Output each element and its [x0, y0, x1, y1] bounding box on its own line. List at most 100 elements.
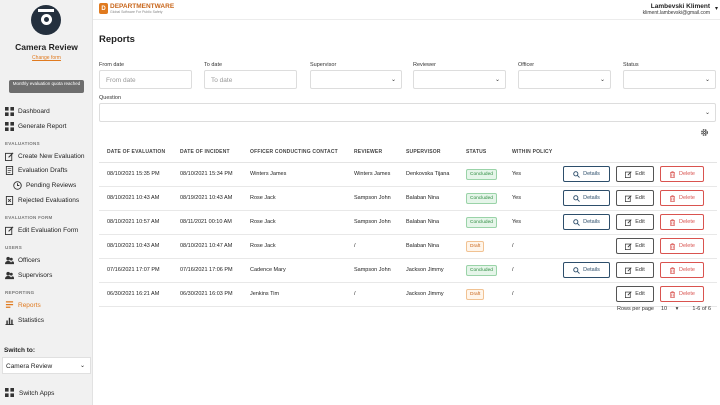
column-header: REVIEWER	[346, 143, 398, 163]
sidebar-item-label: Statistics	[18, 316, 45, 324]
edit-button[interactable]: Edit	[616, 286, 654, 302]
reviewer-select[interactable]: ⌄	[413, 70, 506, 89]
table-row: 08/10/2021 10:43 AM 08/19/2021 10:43 AM Ro…	[99, 186, 717, 211]
change-form-link[interactable]: Change form	[0, 55, 93, 61]
officer-select[interactable]: ⌄	[518, 70, 611, 89]
incident-date-cell: 08/10/2021 15:34 PM	[172, 162, 242, 187]
within-policy-cell: Yes	[504, 210, 564, 235]
status-badge: Draft	[466, 288, 485, 300]
edit-button[interactable]: Edit	[616, 262, 654, 278]
actions-cell: Details Edit Delete	[563, 162, 717, 187]
sidebar-item-edit-evaluation-form[interactable]: Edit Evaluation Form	[5, 224, 90, 236]
sidebar-item-rejected-evaluations[interactable]: Rejected Evaluations	[5, 194, 90, 206]
edit-button[interactable]: Edit	[616, 214, 654, 230]
pagination-range: 1-6 of 6	[692, 306, 712, 312]
evaluation-date-cell: 06/30/2021 16:21 AM	[99, 282, 172, 307]
details-label: Details	[583, 267, 600, 273]
camera-logo-icon	[31, 5, 61, 35]
search-icon	[573, 170, 583, 178]
users-icon	[5, 271, 14, 280]
rows-per-page-select[interactable]: 10 ▾	[661, 306, 685, 312]
trash-icon	[669, 290, 679, 298]
brand-tagline: Global Software For Public Safety	[110, 10, 163, 14]
supervisor-cell: Denkovska Tijana	[398, 162, 458, 187]
chevron-down-icon: ⌄	[704, 77, 710, 83]
delete-button[interactable]: Delete	[660, 214, 704, 230]
user-menu[interactable]: Lambevski Kliment kliment.lambevski@gmai…	[643, 3, 710, 16]
supervisor-cell: Balaban Nina	[398, 234, 458, 259]
sidebar-item-reports[interactable]: Reports	[5, 299, 90, 311]
grid-icon	[5, 121, 14, 131]
table-row: 08/10/2021 15:35 PM 08/10/2021 15:34 PM Wi…	[99, 162, 717, 187]
details-label: Details	[583, 195, 600, 201]
to-date-input[interactable]: To date	[204, 70, 297, 89]
details-button[interactable]: Details	[563, 190, 610, 206]
sidebar-item-evaluation-drafts[interactable]: Evaluation Drafts	[5, 164, 90, 176]
supervisor-cell: Jackson Jimmy	[398, 282, 458, 307]
column-header-actions	[564, 143, 717, 163]
column-header: SUPERVISOR	[398, 143, 458, 163]
sidebar-item-supervisors[interactable]: Supervisors	[5, 269, 90, 281]
status-badge: Draft	[466, 240, 485, 252]
gear-icon[interactable]	[700, 128, 709, 137]
edit-icon	[625, 218, 635, 226]
column-header: DATE OF INCIDENT	[172, 143, 242, 163]
evaluation-date-cell: 07/16/2021 17:07 PM	[99, 258, 172, 283]
delete-button[interactable]: Delete	[660, 238, 704, 254]
details-button[interactable]: Details	[563, 166, 610, 182]
edit-label: Edit	[635, 219, 645, 225]
sidebar: Camera Review Change form Monthly evalua…	[0, 0, 93, 405]
supervisor-select[interactable]: ⌄	[310, 70, 402, 89]
actions-cell: Edit Delete	[564, 282, 717, 307]
sidebar-item-create-evaluation[interactable]: Create New Evaluation	[5, 150, 90, 162]
edit-label: Edit	[635, 291, 645, 297]
chevron-down-icon[interactable]: ▾	[715, 5, 718, 12]
question-select[interactable]: ⌄	[99, 103, 716, 122]
sidebar-item-officers[interactable]: Officers	[5, 254, 90, 266]
edit-label: Edit	[635, 243, 645, 249]
delete-button[interactable]: Delete	[660, 262, 704, 278]
edit-label: Edit	[635, 195, 645, 201]
edit-button[interactable]: Edit	[616, 190, 654, 206]
chevron-down-icon: ⌄	[390, 77, 396, 83]
delete-button[interactable]: Delete	[660, 166, 704, 182]
within-policy-cell: /	[504, 282, 564, 307]
chevron-down-icon: ▾	[675, 306, 679, 312]
delete-label: Delete	[679, 243, 695, 249]
edit-button[interactable]: Edit	[616, 166, 654, 182]
table-row: 07/16/2021 17:07 PM 07/16/2021 17:06 PM Ca…	[99, 258, 717, 283]
trash-icon	[669, 242, 679, 250]
officer-cell: Rose Jack	[242, 210, 346, 235]
details-button[interactable]: Details	[563, 214, 610, 230]
reviewer-label: Reviewer	[413, 62, 436, 68]
sidebar-item-dashboard[interactable]: Dashboard	[5, 105, 90, 117]
status-badge: Concluded	[466, 216, 497, 228]
app-root: Camera Review Change form Monthly evalua…	[0, 0, 720, 405]
page-title: Reports	[99, 34, 135, 45]
details-button[interactable]: Details	[563, 262, 610, 278]
delete-button[interactable]: Delete	[660, 190, 704, 206]
delete-button[interactable]: Delete	[660, 286, 704, 302]
row-actions: Edit Delete	[564, 235, 717, 258]
row-actions: Details Edit Delete	[563, 211, 717, 234]
incident-date-cell: 08/19/2021 10:43 AM	[172, 186, 242, 211]
reports-table: DATE OF EVALUATION DATE OF INCIDENT OFFI…	[99, 143, 717, 307]
details-label: Details	[583, 219, 600, 225]
status-select[interactable]: ⌄	[623, 70, 716, 89]
switch-app-value: Camera Review	[6, 363, 53, 370]
sidebar-item-statistics[interactable]: Statistics	[5, 314, 90, 326]
switch-apps-button[interactable]: Switch Apps	[5, 388, 54, 399]
within-policy-cell: Yes	[504, 162, 564, 187]
edit-icon	[625, 242, 635, 250]
sidebar-item-pending-reviews[interactable]: Pending Reviews	[13, 179, 90, 191]
edit-icon	[625, 290, 635, 298]
officer-cell: Rose Jack	[242, 234, 346, 259]
rows-per-page-value: 10	[661, 306, 668, 312]
edit-button[interactable]: Edit	[616, 238, 654, 254]
edit-label: Edit	[635, 267, 645, 273]
from-date-input[interactable]: From date	[99, 70, 192, 89]
clock-icon	[13, 180, 22, 190]
switch-app-select[interactable]: Camera Review ⌄	[2, 357, 91, 374]
evaluation-date-cell: 08/10/2021 10:43 AM	[99, 234, 172, 259]
sidebar-item-generate-report[interactable]: Generate Report	[5, 120, 90, 132]
